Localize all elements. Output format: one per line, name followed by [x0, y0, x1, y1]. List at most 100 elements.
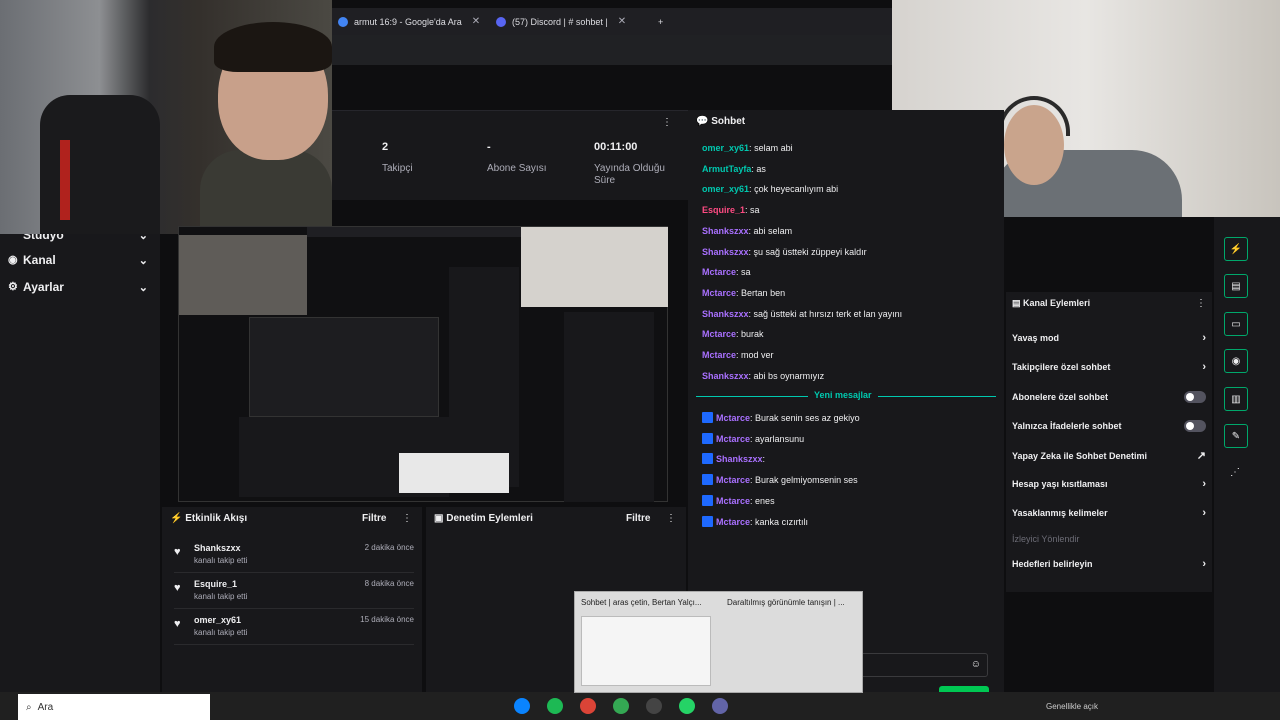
moderation-filter-button[interactable]: Filtre — [626, 513, 650, 524]
chat-username[interactable]: Mctarce — [702, 267, 736, 277]
more-options-icon[interactable]: ⋮ — [662, 117, 672, 128]
chat-text: Burak senin ses az gekiyo — [755, 413, 860, 423]
chat-message: Mctarce: sa — [702, 267, 751, 278]
chat-text: ayarlansunu — [755, 433, 805, 444]
wrench-icon[interactable]: ✎ — [1224, 424, 1248, 448]
mod-option[interactable]: İzleyici Yönlendir — [1012, 534, 1206, 544]
chat-username[interactable]: Shankszxx — [702, 309, 749, 319]
thumbnail-title[interactable]: Sohbet | aras çetin, Bertan Yalçı... — [581, 598, 702, 607]
activity-row[interactable]: ♥ omer_xy61 kanalı takip etti 15 dakika önc… — [174, 615, 414, 645]
chevron-down-icon: ⌄ — [138, 281, 148, 294]
stat-subscribers: - Abone Sayısı — [487, 141, 547, 174]
spotify-icon[interactable] — [547, 698, 563, 714]
activity-row[interactable]: ♥ Shankszxx kanalı takip etti 2 dakika önce — [174, 543, 414, 573]
mod-option-label: Yapay Zeka ile Sohbet Denetimi — [1012, 450, 1148, 461]
chat-text: selam abi — [754, 143, 793, 153]
stack-icon[interactable]: ▥ — [1224, 387, 1248, 411]
broadcast-icon[interactable]: ◉ — [1224, 349, 1248, 373]
obs-icon[interactable] — [646, 698, 662, 714]
chat-username[interactable]: Shankszxx — [702, 247, 749, 257]
activity-user: Shankszxx — [194, 543, 241, 553]
chat-username[interactable]: Esquire_1 — [702, 205, 745, 215]
chat-input[interactable]: ☺ — [860, 653, 988, 677]
chevron-right-icon: › — [1202, 558, 1206, 570]
moderator-badge-icon — [702, 494, 713, 506]
chat-message: Mctarce: Bertan ben — [702, 287, 786, 298]
chat-message: Shankszxx: şu sağ üstteki züppeyi kaldır — [702, 246, 867, 257]
activity-user: omer_xy61 — [194, 615, 242, 625]
emoji-icon[interactable]: ☺ — [971, 659, 981, 670]
sidebar-item-channel[interactable]: ◉ Kanal ⌄ — [0, 247, 160, 273]
mod-option[interactable]: Yapay Zeka ile Sohbet Denetimi ↗ — [1012, 449, 1206, 462]
chat-username[interactable]: Shankszxx — [716, 454, 763, 464]
weather-text: Genellikle açık — [1046, 702, 1099, 711]
chat-message: Mctarce: Burak senin ses az gekiyo — [702, 412, 860, 423]
activity-time: 15 dakika önce — [360, 615, 414, 624]
activity-time: 8 dakika önce — [364, 579, 414, 588]
mod-option[interactable]: Takipçilere özel sohbet › — [1012, 361, 1206, 373]
mod-option[interactable]: Hedefleri belirleyin › — [1012, 558, 1206, 570]
close-icon[interactable]: ✕ — [472, 16, 480, 27]
chat-username[interactable]: omer_xy61 — [702, 184, 749, 194]
address-bar[interactable] — [332, 35, 892, 65]
shield-icon: ▣ — [434, 513, 444, 524]
mod-option-label: Abonelere özel sohbet — [1012, 392, 1109, 402]
mod-option[interactable]: Yavaş mod › — [1012, 332, 1206, 344]
moderator-badge-icon — [702, 432, 713, 444]
activity-action: kanalı takip etti — [194, 628, 248, 637]
chrome-icon[interactable] — [580, 698, 596, 714]
activity-row[interactable]: ♥ Esquire_1 kanalı takip etti 8 dakika önce — [174, 579, 414, 609]
whatsapp-icon[interactable] — [679, 698, 695, 714]
teams-icon[interactable] — [712, 698, 728, 714]
toggle-switch[interactable] — [1184, 420, 1206, 432]
chat-text: abi selam — [753, 225, 793, 236]
mod-option[interactable]: Yalnızca İfadelerle sohbet — [1012, 420, 1206, 432]
taskbar-search[interactable]: ⌕ Ara — [18, 694, 210, 720]
chat-text: burak — [741, 329, 764, 340]
chat-username[interactable]: Mctarce — [702, 350, 736, 360]
more-options-icon[interactable]: ⋮ — [666, 513, 676, 524]
chat-message: Shankszxx: abi bs oynarmıyız — [702, 370, 825, 381]
chat-username[interactable]: Mctarce — [702, 288, 736, 298]
close-icon[interactable]: ✕ — [618, 16, 626, 27]
chat-username[interactable]: Mctarce — [716, 517, 750, 527]
sidebar-item-settings[interactable]: ⚙ Ayarlar ⌄ — [0, 274, 160, 300]
chat-username[interactable]: Shankszxx — [702, 226, 749, 236]
network-icon[interactable]: ⋰ — [1230, 467, 1240, 478]
chat-username[interactable]: Mctarce — [716, 475, 750, 485]
mod-option[interactable]: Yasaklanmış kelimeler › — [1012, 507, 1206, 519]
activity-feed-title: ⚡ Etkinlik Akışı — [170, 513, 248, 524]
chat-message: Esquire_1: sa — [702, 205, 760, 216]
activity-action: kanalı takip etti — [194, 592, 248, 601]
thumbnail-preview[interactable] — [581, 616, 711, 686]
chat-username[interactable]: omer_xy61 — [702, 143, 749, 153]
mod-option-label: Takipçilere özel sohbet — [1012, 362, 1111, 372]
activity-filter-button[interactable]: Filtre — [362, 513, 386, 524]
chat-username[interactable]: Shankszxx — [702, 371, 749, 381]
more-options-icon[interactable]: ⋮ — [1196, 298, 1206, 309]
discord-icon — [496, 16, 506, 27]
mod-option[interactable]: Abonelere özel sohbet — [1012, 391, 1206, 403]
browser-tab-discord[interactable]: (57) Discord | # sohbet | ✕ — [490, 8, 670, 35]
chat-username[interactable]: Mctarce — [716, 413, 750, 423]
mod-option[interactable]: Hesap yaşı kısıtlaması › — [1012, 478, 1206, 490]
chat-text: sa — [750, 205, 760, 216]
lightning-icon[interactable]: ⚡ — [1224, 237, 1248, 261]
chrome-profile-icon[interactable] — [613, 698, 629, 714]
edge-icon[interactable] — [514, 698, 530, 714]
chat-username[interactable]: Mctarce — [716, 496, 750, 506]
chat-username[interactable]: Mctarce — [716, 434, 750, 444]
toggle-switch[interactable] — [1184, 391, 1206, 403]
thumbnail-title[interactable]: Daraltılmış görünümle tanışın | ... — [727, 598, 845, 607]
clipboard-icon[interactable]: ▤ — [1224, 274, 1248, 298]
chat-text: as — [756, 163, 766, 174]
activity-feed: ⚡ Etkinlik Akışı Filtre ⋮ ♥ Shankszxx kana… — [162, 507, 422, 692]
more-options-icon[interactable]: ⋮ — [402, 513, 412, 524]
chat-username[interactable]: ArmutTayfa — [702, 164, 751, 174]
chat-text: Burak gelmiyomsenin ses — [755, 475, 858, 486]
chat-username[interactable]: Mctarce — [702, 329, 736, 339]
channel-actions-icon: ▤ — [1012, 298, 1021, 308]
new-tab-button[interactable]: + — [652, 8, 672, 35]
chat-bubble-icon[interactable]: ▭ — [1224, 312, 1248, 336]
browser-tab-google[interactable]: armut 16:9 - Google'da Ara ✕ — [332, 8, 487, 35]
